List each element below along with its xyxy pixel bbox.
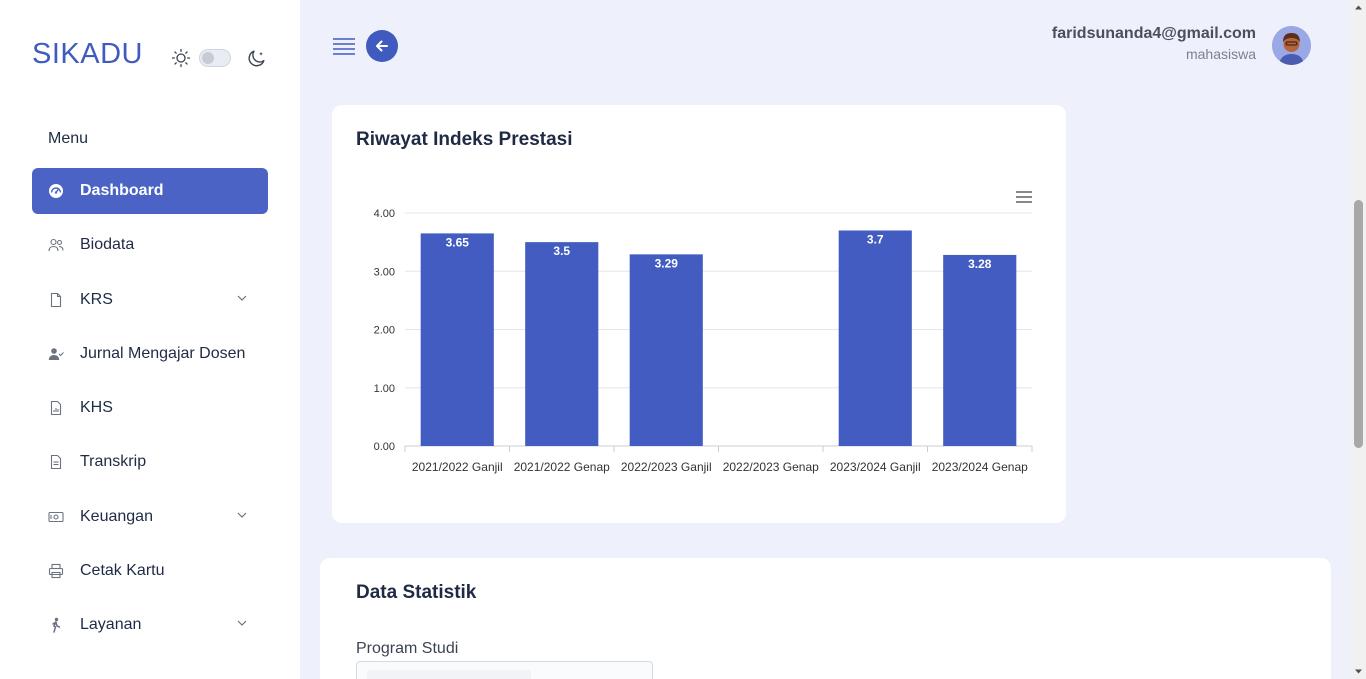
moon-icon bbox=[248, 50, 265, 67]
data-label: 3.65 bbox=[446, 235, 470, 249]
chevron-down-icon bbox=[237, 512, 247, 518]
x-tick-label: 2021/2022 Genap bbox=[514, 460, 610, 474]
user-role: mahasiswa bbox=[1185, 46, 1256, 62]
document-icon bbox=[48, 454, 64, 470]
x-tick-label: 2022/2023 Ganjil bbox=[621, 460, 712, 474]
bar bbox=[525, 242, 599, 446]
data-label: 3.5 bbox=[553, 244, 570, 258]
sidebar-item-label: Transkrip bbox=[80, 453, 147, 471]
sidebar-item-krs[interactable]: KRS bbox=[32, 277, 268, 323]
sidebar-nav: Dashboard Biodata KRS Jurnal Mengajar Do… bbox=[32, 168, 268, 657]
theme-switch[interactable] bbox=[199, 49, 231, 67]
scroll-thumb[interactable] bbox=[1354, 200, 1363, 448]
sidebar-item-label: KRS bbox=[80, 290, 113, 308]
report-icon bbox=[48, 400, 64, 416]
bar bbox=[943, 254, 1017, 446]
user-check-icon bbox=[48, 346, 64, 362]
sidebar-item-cetak-kartu[interactable]: Cetak Kartu bbox=[32, 548, 268, 594]
bar bbox=[629, 254, 703, 446]
sidebar-item-khs[interactable]: KHS bbox=[32, 385, 268, 431]
file-icon bbox=[48, 292, 64, 308]
scroll-up-icon[interactable] bbox=[1354, 3, 1363, 12]
stats-card: Data Statistik Program Studi bbox=[320, 558, 1331, 679]
y-tick-label: 3.00 bbox=[374, 266, 395, 278]
program-studi-select[interactable] bbox=[356, 661, 653, 679]
avatar[interactable] bbox=[1272, 26, 1311, 65]
y-tick-label: 2.00 bbox=[374, 325, 395, 337]
sidebar-item-label: KHS bbox=[80, 399, 113, 417]
x-tick-label: 2023/2024 Ganjil bbox=[830, 460, 921, 474]
hamburger-icon[interactable] bbox=[333, 36, 355, 56]
y-tick-label: 1.00 bbox=[374, 383, 395, 395]
menu-title: Menu bbox=[48, 130, 89, 147]
bar bbox=[838, 230, 912, 446]
sun-icon bbox=[171, 48, 191, 68]
data-label: 3.7 bbox=[867, 232, 884, 246]
bar-chart: 0.00 1.00 2.00 3.00 4.00 3.65 2021/2022 Ganjil… bbox=[374, 208, 1033, 474]
stats-title: Data Statistik bbox=[356, 582, 477, 603]
money-icon bbox=[48, 509, 64, 525]
brand-logo[interactable]: SIKADU bbox=[32, 38, 143, 71]
program-studi-label: Program Studi bbox=[356, 640, 459, 657]
x-tick-label: 2021/2022 Ganjil bbox=[412, 460, 503, 474]
dashboard-icon bbox=[48, 183, 64, 199]
x-tick-label: 2023/2024 Genap bbox=[932, 460, 1028, 474]
ip-chart-card: Riwayat Indeks Prestasi 0.00 1.00 2.00 3.00… bbox=[332, 105, 1066, 523]
sidebar-item-label: Jurnal Mengajar Dosen bbox=[80, 344, 246, 362]
sidebar: SIKADU Menu Dashboard Biodata KRS Jurnal… bbox=[0, 0, 300, 679]
sidebar-item-label: Keuangan bbox=[80, 507, 153, 525]
user-email[interactable]: faridsunanda4@gmail.com bbox=[1052, 25, 1256, 43]
sidebar-item-label: Layanan bbox=[80, 616, 142, 634]
back-button[interactable] bbox=[366, 30, 398, 62]
data-label: 3.29 bbox=[655, 256, 679, 270]
data-label: 3.28 bbox=[968, 257, 992, 271]
x-tick-label: 2022/2023 Genap bbox=[723, 460, 819, 474]
sidebar-item-transkrip[interactable]: Transkrip bbox=[32, 439, 268, 485]
y-tick-label: 0.00 bbox=[374, 441, 395, 453]
sidebar-item-biodata[interactable]: Biodata bbox=[32, 222, 268, 268]
sidebar-item-label: Cetak Kartu bbox=[80, 562, 165, 580]
sidebar-item-layanan[interactable]: Layanan bbox=[32, 602, 268, 648]
sidebar-item-jurnal-mengajar-dosen[interactable]: Jurnal Mengajar Dosen bbox=[32, 331, 268, 377]
arrow-left-icon bbox=[376, 40, 388, 52]
chevron-down-icon bbox=[237, 295, 247, 301]
sidebar-item-dashboard[interactable]: Dashboard bbox=[32, 168, 268, 214]
chevron-down-icon bbox=[237, 620, 247, 627]
bar bbox=[420, 233, 494, 446]
users-icon bbox=[48, 237, 64, 253]
sidebar-item-label: Biodata bbox=[80, 236, 135, 254]
sidebar-item-keuangan[interactable]: Keuangan bbox=[32, 494, 268, 540]
y-tick-label: 4.00 bbox=[374, 208, 395, 220]
scroll-down-icon[interactable] bbox=[1354, 667, 1363, 676]
page-scrollbar[interactable] bbox=[1351, 0, 1366, 679]
walk-icon bbox=[48, 617, 64, 634]
theme-toggle[interactable] bbox=[171, 48, 267, 68]
printer-icon bbox=[48, 563, 64, 579]
sidebar-item-label: Dashboard bbox=[80, 182, 164, 199]
